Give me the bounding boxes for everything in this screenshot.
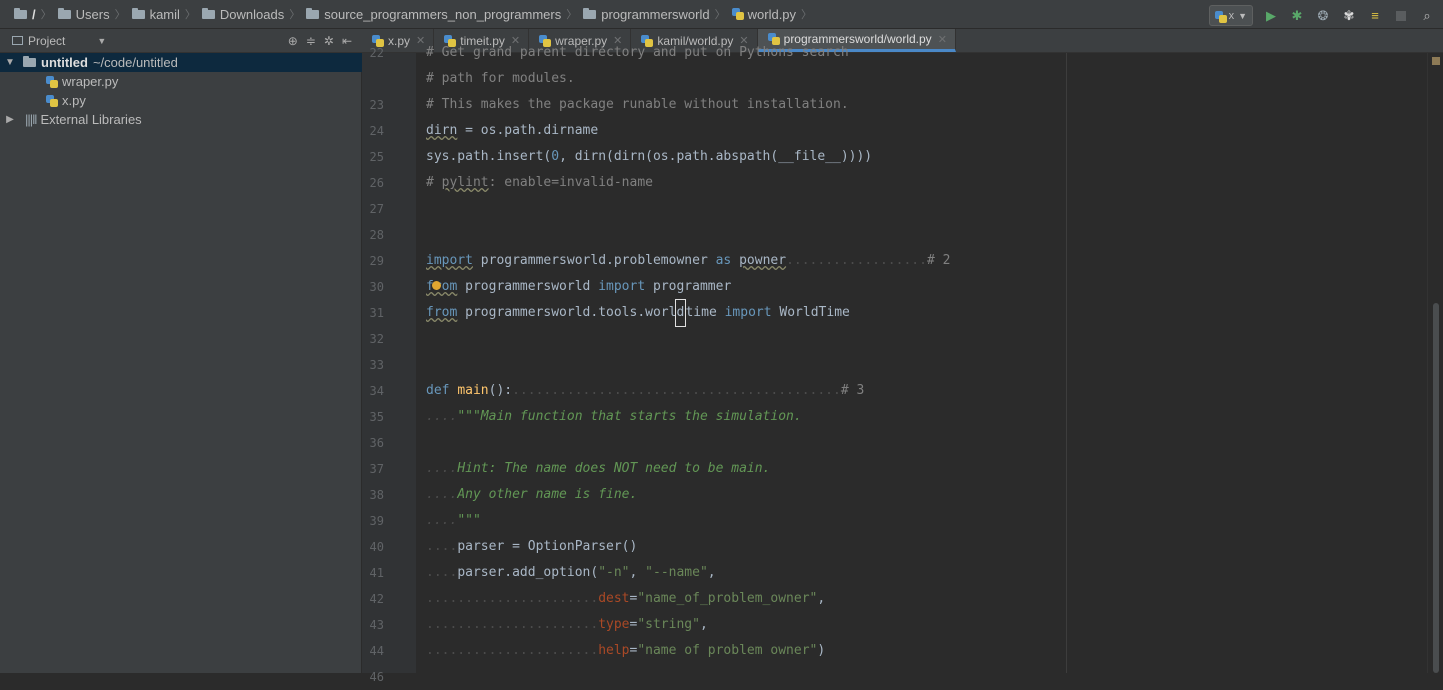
search-icon[interactable]: ⌕ [1419,8,1435,24]
code-line-35: def main():.............................… [426,383,865,398]
run-configuration-select[interactable]: x ▼ [1208,5,1253,26]
close-icon[interactable]: ✕ [416,34,425,47]
intention-bulb-icon[interactable] [432,281,441,290]
line-number: 42 [369,592,384,606]
breadcrumb-source-folder[interactable]: source_programmers_non_programmers 〉 [306,6,583,22]
profile-icon[interactable]: ✾ [1341,8,1357,24]
breadcrumb-downloads[interactable]: Downloads 〉 [201,6,306,22]
code-line-43: ......................dest="name_of_prob… [426,591,826,606]
main-toolbar: x ▼ ▶ ✱ ❂ ✾ ≡ ⌕ [1208,5,1435,26]
code-line-40: ....""" [426,513,481,528]
line-number: 30 [369,280,384,294]
breadcrumb-world-py[interactable]: world.py 〉 [731,6,818,22]
code-line-42: ....parser.add_option("-n", "--name", [426,565,716,580]
line-number: 33 [369,358,384,372]
inspection-status-icon[interactable] [1432,57,1440,65]
python-file-icon [46,75,58,88]
line-number: 26 [369,176,384,190]
folder-icon [131,7,145,19]
run-icon[interactable]: ▶ [1263,8,1279,24]
code-line-32: from programmersworld.tools.worldtime im… [426,299,850,327]
line-number: 36 [369,436,384,450]
python-file-icon [1214,10,1227,23]
library-icon: |||‖ [25,112,37,127]
breadcrumb-programmersworld[interactable]: programmersworld 〉 [583,6,731,22]
breadcrumb-users[interactable]: Users 〉 [57,6,132,22]
folder-icon [14,7,27,19]
chevron-down-icon[interactable]: ▼ [97,36,106,46]
code-line-22: # Get grand parent directory and put on … [426,45,849,60]
folder-icon [201,7,215,19]
code-line-25: dirn = os.path.dirname [426,123,599,138]
line-number: 38 [369,488,384,502]
line-number: 37 [369,462,384,476]
code-line-39: ....Any other name is fine. [426,487,638,502]
right-margin-guide [1066,53,1067,673]
tree-item-wraper-py[interactable]: wraper.py [46,72,118,91]
close-icon[interactable]: ✕ [938,33,947,46]
project-view-select[interactable]: Project [28,34,65,48]
target-icon[interactable]: ⊕ [288,34,298,48]
code-line-41: ....parser = OptionParser() [426,539,638,554]
code-line-23: # path for modules. [426,71,575,86]
tree-item-external-libraries[interactable]: ▶ |||‖ External Libraries [0,110,142,129]
code-line-24: # This makes the package runable without… [426,97,849,112]
project-panel-header: Project ▼ ⊕ ≑ ✲ ⇤ [0,29,362,53]
expand-arrow-icon[interactable]: ▶ [3,114,17,125]
coverage-icon[interactable]: ❂ [1315,8,1331,24]
folder-icon [23,56,36,67]
breadcrumb-root[interactable]: / 〉 [14,6,58,22]
line-number: 28 [369,228,384,242]
breadcrumb-kamil[interactable]: kamil 〉 [131,6,202,22]
python-file-icon [46,94,58,107]
line-number: 39 [369,514,384,528]
collapse-all-icon[interactable]: ≑ [306,34,316,48]
build-icon[interactable]: ≡ [1367,8,1383,24]
code-line-26: sys.path.insert(0, dirn(dirn(os.path.abs… [426,149,873,164]
line-number: 41 [369,566,384,580]
line-number: 24 [369,124,384,138]
hide-panel-icon[interactable]: ⇤ [342,34,352,48]
project-view-icon [12,36,23,45]
folder-icon [583,7,597,19]
line-number: 29 [369,254,384,268]
code-line-30: import programmersworld.problemowner as … [426,253,951,268]
stop-icon[interactable] [1393,8,1409,24]
code-line-44: ......................type="string", [426,617,708,632]
python-file-icon [731,8,744,20]
line-number: 32 [369,332,384,346]
gear-icon[interactable]: ✲ [324,34,334,48]
code-line-27: # pylint: enable=invalid-name [426,175,653,190]
folder-icon [306,7,320,19]
line-number: 31 [369,306,384,320]
line-number: 43 [369,618,384,632]
line-number: 22 [369,46,384,60]
tree-item-x-py[interactable]: x.py [46,91,86,110]
line-number: 40 [369,540,384,554]
code-line-38: ....Hint: The name does NOT need to be m… [426,461,771,476]
line-number: 35 [369,410,384,424]
folder-icon [57,7,71,19]
line-number: 46 [369,670,384,684]
code-line-45: ......................help="name of prob… [426,643,826,658]
navigation-bar: / 〉 Users 〉 kamil 〉 Downloads 〉 source_progr… [0,0,1443,29]
line-number: 44 [369,644,384,658]
chevron-down-icon: ▼ [1238,10,1247,21]
line-number: 25 [369,150,384,164]
debug-icon[interactable]: ✱ [1289,8,1305,24]
tree-item-untitled[interactable]: ▼ untitled ~/code/untitled [0,53,362,72]
code-editor[interactable]: # Get grand parent directory and put on … [416,45,1427,673]
line-number: 27 [369,202,384,216]
code-line-31: from programmersworld import programmer [426,279,732,294]
editor-gutter: 22 23 24 25 26 27 28 29 30 31 32 33 34 3… [362,46,425,684]
scrollbar-thumb[interactable] [1433,303,1439,673]
project-tree: ▼ untitled ~/code/untitled wraper.py x.p… [0,53,362,673]
line-number: 34 [369,384,384,398]
line-number: 23 [369,98,384,112]
code-line-36: ...."""Main function that starts the sim… [426,409,802,424]
expand-arrow-icon[interactable]: ▼ [3,57,17,68]
editor-scrollbar[interactable] [1427,53,1443,673]
